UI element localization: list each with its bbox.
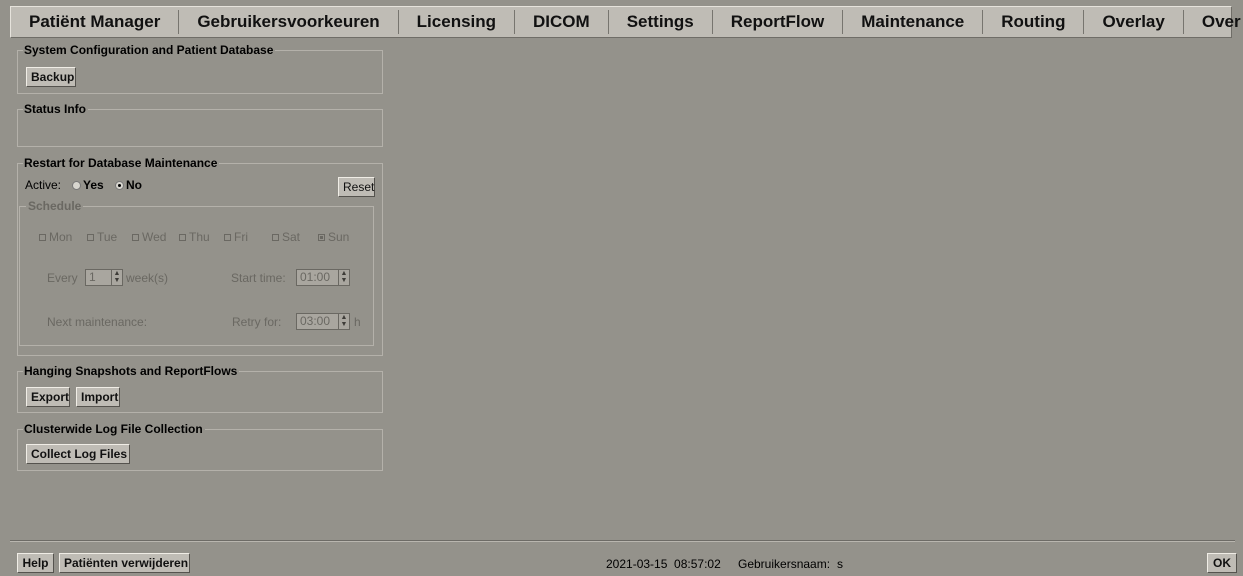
- checkbox-indicator: [39, 234, 46, 241]
- checkbox-indicator: [272, 234, 279, 241]
- day-label: Thu: [189, 230, 210, 244]
- start-time-value: 01:00: [300, 270, 331, 284]
- start-time-stepper[interactable]: 01:00 ▲ ▼: [296, 269, 350, 286]
- day-wed-checkbox[interactable]: Wed: [132, 230, 166, 244]
- footer-divider: [10, 540, 1235, 542]
- start-time-label: Start time:: [231, 271, 286, 285]
- next-maintenance-label: Next maintenance:: [47, 315, 148, 329]
- day-tue-checkbox[interactable]: Tue: [87, 230, 117, 244]
- weeks-label: week(s): [126, 271, 169, 285]
- day-label: Sat: [282, 230, 301, 244]
- day-label: Tue: [97, 230, 118, 244]
- yes-label: Yes: [83, 178, 104, 192]
- log-collection-title: Clusterwide Log File Collection: [23, 422, 205, 436]
- retry-unit-label: h: [354, 315, 361, 329]
- tab-bar: Patiënt Manager Gebruikersvoorkeuren Lic…: [10, 6, 1241, 38]
- retry-for-label: Retry for:: [232, 315, 282, 329]
- status-username-label: Gebruikersnaam:: [738, 557, 831, 571]
- checkbox-indicator: [318, 234, 325, 241]
- collect-log-files-button[interactable]: Collect Log Files: [26, 444, 130, 464]
- backup-button[interactable]: Backup: [26, 67, 76, 87]
- every-label: Every: [47, 271, 78, 285]
- spin-arrows-icon[interactable]: ▲ ▼: [111, 270, 122, 285]
- hanging-snapshots-title: Hanging Snapshots and ReportFlows: [23, 364, 240, 378]
- day-fri-checkbox[interactable]: Fri: [224, 230, 248, 244]
- checkbox-indicator: [179, 234, 186, 241]
- tab-user-preferences[interactable]: Gebruikersvoorkeuren: [179, 10, 399, 34]
- tab-patient-manager[interactable]: Patiënt Manager: [11, 10, 180, 34]
- status-username-value: s: [837, 557, 843, 571]
- active-no-radio[interactable]: No: [115, 178, 142, 192]
- schedule-title: Schedule: [26, 199, 84, 213]
- tab-licensing[interactable]: Licensing: [399, 10, 516, 34]
- tab-reportflow[interactable]: ReportFlow: [713, 10, 844, 34]
- status-info-title: Status Info: [23, 102, 88, 116]
- reset-button[interactable]: Reset: [338, 177, 375, 197]
- tab-about[interactable]: Over: [1184, 10, 1243, 34]
- status-info-group: Status Info: [17, 102, 383, 147]
- tab-routing[interactable]: Routing: [983, 10, 1085, 34]
- day-label: Sun: [328, 230, 350, 244]
- tab-overlay[interactable]: Overlay: [1084, 10, 1184, 34]
- active-label: Active:: [25, 178, 62, 192]
- active-yes-radio[interactable]: Yes: [72, 178, 104, 192]
- tab-settings[interactable]: Settings: [609, 10, 713, 34]
- no-label: No: [126, 178, 142, 192]
- day-mon-checkbox[interactable]: Mon: [39, 230, 72, 244]
- day-sat-checkbox[interactable]: Sat: [272, 230, 300, 244]
- day-label: Fri: [234, 230, 248, 244]
- checkbox-indicator: [87, 234, 94, 241]
- day-label: Wed: [142, 230, 167, 244]
- every-weeks-stepper[interactable]: 1 ▲ ▼: [85, 269, 123, 286]
- system-config-title: System Configuration and Patient Databas…: [23, 43, 276, 57]
- spin-arrows-icon[interactable]: ▲ ▼: [338, 314, 349, 329]
- help-button[interactable]: Help: [17, 553, 54, 573]
- ok-button[interactable]: OK: [1207, 553, 1237, 573]
- tab-dicom[interactable]: DICOM: [515, 10, 609, 34]
- radio-yes-indicator: [72, 181, 81, 190]
- spin-arrows-icon[interactable]: ▲ ▼: [338, 270, 349, 285]
- every-value: 1: [89, 270, 96, 284]
- day-label: Mon: [49, 230, 73, 244]
- radio-no-indicator: [115, 181, 124, 190]
- hanging-snapshots-group: Hanging Snapshots and ReportFlows: [17, 364, 383, 413]
- tab-maintenance[interactable]: Maintenance: [843, 10, 984, 34]
- day-thu-checkbox[interactable]: Thu: [179, 230, 210, 244]
- restart-title: Restart for Database Maintenance: [23, 156, 220, 170]
- status-datetime: 2021-03-15 08:57:02: [606, 557, 721, 571]
- import-button[interactable]: Import: [76, 387, 120, 407]
- day-sun-checkbox[interactable]: Sun: [318, 230, 349, 244]
- export-button[interactable]: Export: [26, 387, 70, 407]
- delete-patients-button[interactable]: Patiënten verwijderen: [59, 553, 190, 573]
- checkbox-indicator: [224, 234, 231, 241]
- retry-value: 03:00: [300, 314, 331, 328]
- retry-for-stepper[interactable]: 03:00 ▲ ▼: [296, 313, 350, 330]
- checkbox-indicator: [132, 234, 139, 241]
